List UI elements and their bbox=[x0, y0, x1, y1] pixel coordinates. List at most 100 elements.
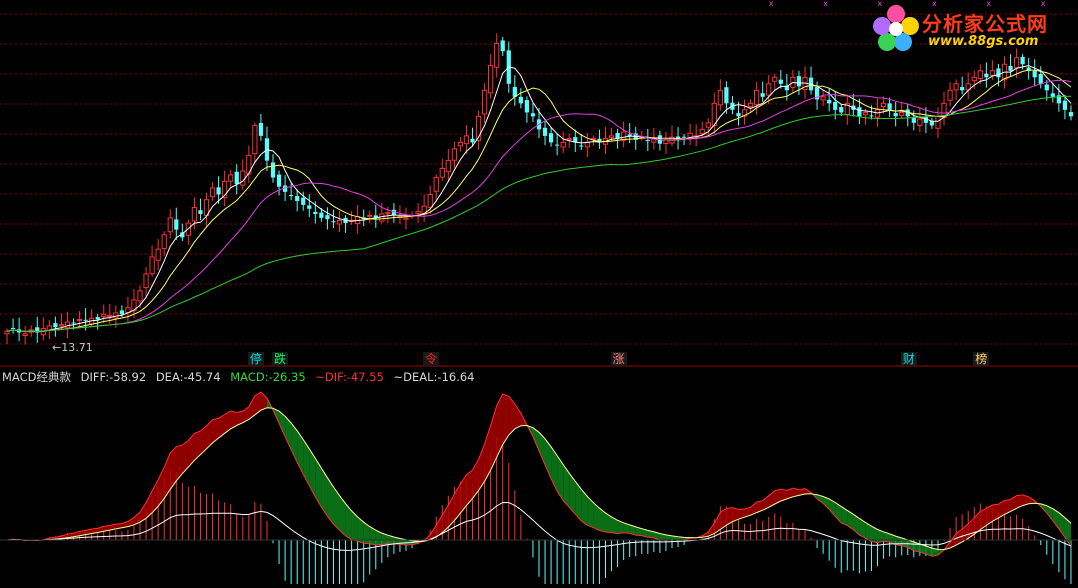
candle-body bbox=[766, 83, 772, 96]
candle-body bbox=[827, 99, 832, 104]
candle-body bbox=[270, 162, 276, 178]
candle-body bbox=[319, 212, 324, 218]
candle-body bbox=[445, 160, 451, 173]
candle-body bbox=[252, 124, 258, 155]
candle-body bbox=[301, 197, 306, 205]
candle-body bbox=[403, 217, 409, 220]
candle-body bbox=[234, 171, 239, 185]
candle-body bbox=[149, 256, 155, 275]
candle-body bbox=[470, 138, 475, 143]
candle-body bbox=[191, 206, 198, 222]
candle-body bbox=[747, 102, 754, 108]
candle-body bbox=[754, 89, 760, 105]
candle-body bbox=[1032, 70, 1037, 78]
candle-body bbox=[83, 319, 88, 321]
candle-body bbox=[869, 115, 874, 117]
candle-body bbox=[778, 79, 783, 84]
candle-body bbox=[1013, 57, 1020, 69]
candle-body bbox=[488, 65, 494, 94]
macd-legend: MACD经典款 DIFF:-58.92 DEA:-45.74 MACD:-26.… bbox=[2, 369, 481, 385]
macd-ribbon bbox=[303, 439, 310, 486]
candle-body bbox=[911, 117, 916, 123]
candle-body bbox=[295, 196, 300, 201]
candle-body bbox=[307, 205, 312, 209]
candle-body bbox=[796, 76, 802, 87]
candle-body bbox=[724, 87, 729, 104]
candle-body bbox=[717, 89, 723, 106]
event-tag[interactable]: 令 bbox=[423, 352, 440, 366]
macd-ribbon bbox=[514, 403, 521, 429]
macd-ribbon bbox=[557, 455, 564, 501]
candle-body bbox=[331, 221, 336, 223]
candle-body bbox=[1050, 93, 1055, 97]
macd-value: MACD:-26.35 bbox=[230, 370, 306, 384]
candle-body bbox=[276, 174, 282, 187]
candle-body bbox=[1044, 84, 1049, 91]
candle-body bbox=[608, 135, 615, 138]
candle-body bbox=[681, 136, 687, 138]
candle-body bbox=[542, 127, 548, 136]
signal-marker: x bbox=[769, 0, 774, 8]
candle-body bbox=[313, 211, 318, 214]
candle-body bbox=[887, 103, 892, 110]
candle-body bbox=[772, 76, 778, 82]
candle-body bbox=[457, 141, 464, 147]
candle-body bbox=[240, 170, 246, 186]
candle-body bbox=[385, 212, 391, 215]
candle-body bbox=[71, 322, 76, 324]
candle-body bbox=[155, 248, 161, 261]
candle-body bbox=[615, 132, 620, 139]
candle-body bbox=[555, 144, 560, 146]
candle-body bbox=[137, 290, 143, 302]
candle-body bbox=[893, 113, 898, 117]
candle-body bbox=[463, 135, 470, 145]
event-tag[interactable]: 财 bbox=[900, 352, 917, 366]
candle-body bbox=[481, 89, 488, 115]
candle-body bbox=[494, 42, 500, 68]
deal-value: ~DEAL:-16.64 bbox=[393, 370, 475, 384]
candle-body bbox=[427, 193, 433, 208]
candle-body bbox=[58, 324, 65, 327]
candle-body bbox=[258, 122, 264, 136]
candle-body bbox=[760, 93, 765, 97]
candle-body bbox=[439, 167, 445, 178]
candle-body bbox=[524, 100, 530, 113]
candle-body bbox=[325, 215, 330, 220]
candle-body bbox=[198, 210, 203, 214]
candle-body bbox=[579, 145, 584, 147]
stock-chart[interactable]: xxxxxx bbox=[0, 0, 1078, 588]
candle-body bbox=[530, 113, 536, 117]
candle-body bbox=[433, 177, 439, 192]
event-tag[interactable]: 跌 bbox=[272, 352, 289, 366]
candle-body bbox=[645, 140, 650, 142]
macd-ribbon bbox=[339, 495, 346, 536]
diff-value: DIFF:-58.92 bbox=[80, 370, 147, 384]
candle-body bbox=[1020, 56, 1025, 65]
candle-body bbox=[839, 107, 844, 113]
candle-body bbox=[415, 210, 421, 214]
candle-body bbox=[935, 115, 941, 129]
candle-body bbox=[971, 76, 977, 82]
candle-body bbox=[977, 70, 983, 79]
candle-body bbox=[953, 83, 959, 91]
candle-body bbox=[1062, 100, 1068, 110]
candle-body bbox=[167, 217, 173, 233]
macd-title: MACD经典款 bbox=[2, 370, 71, 384]
macd-ribbon bbox=[309, 448, 316, 497]
candle-body bbox=[1038, 74, 1043, 84]
watermark: 分析家公式网 www.88gs.com bbox=[872, 4, 1072, 54]
candle-body bbox=[989, 70, 996, 76]
dea-value: DEA:-45.74 bbox=[155, 370, 221, 384]
candle-body bbox=[95, 316, 100, 320]
candle-body bbox=[899, 111, 905, 116]
candle-body bbox=[228, 174, 234, 182]
candle-body bbox=[53, 323, 58, 328]
event-tag[interactable]: 涨 bbox=[610, 352, 627, 366]
signal-marker: x bbox=[823, 0, 828, 8]
event-tag[interactable]: 榜 bbox=[973, 352, 990, 366]
candle-body bbox=[880, 102, 887, 108]
candle-body bbox=[736, 113, 741, 117]
candle-body bbox=[705, 122, 711, 128]
candle-body bbox=[996, 68, 1001, 78]
event-tag[interactable]: 停 bbox=[247, 352, 264, 366]
